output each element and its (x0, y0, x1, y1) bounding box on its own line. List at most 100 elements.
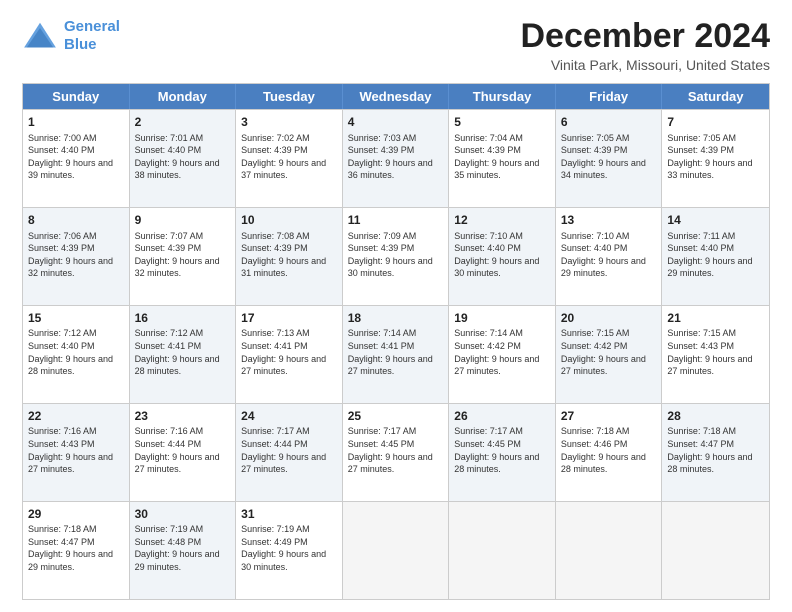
cell-details: Sunrise: 7:06 AM Sunset: 4:39 PM Dayligh… (28, 230, 124, 280)
cell-details: Sunrise: 7:10 AM Sunset: 4:40 PM Dayligh… (454, 230, 550, 280)
day-number: 21 (667, 310, 764, 326)
cell-details: Sunrise: 7:19 AM Sunset: 4:49 PM Dayligh… (241, 523, 337, 573)
day-number: 9 (135, 212, 231, 228)
day-number: 22 (28, 408, 124, 424)
day-number: 19 (454, 310, 550, 326)
day-number: 11 (348, 212, 444, 228)
day-number: 12 (454, 212, 550, 228)
header-day-monday: Monday (130, 84, 237, 109)
cell-details: Sunrise: 7:16 AM Sunset: 4:43 PM Dayligh… (28, 425, 124, 475)
cell-details: Sunrise: 7:03 AM Sunset: 4:39 PM Dayligh… (348, 132, 444, 182)
day-cell-11: 11 Sunrise: 7:09 AM Sunset: 4:39 PM Dayli… (343, 208, 450, 305)
calendar-body: 1Sunrise: 7:00 AM Sunset: 4:40 PM Daylig… (23, 109, 769, 599)
cell-details: Sunrise: 7:12 AM Sunset: 4:41 PM Dayligh… (135, 327, 231, 377)
cell-details: Sunrise: 7:10 AM Sunset: 4:40 PM Dayligh… (561, 230, 657, 280)
day-cell-16: 16Sunrise: 7:12 AM Sunset: 4:41 PM Dayli… (130, 306, 237, 403)
cell-details: Sunrise: 7:02 AM Sunset: 4:39 PM Dayligh… (241, 132, 337, 182)
header-day-friday: Friday (556, 84, 663, 109)
cell-details: Sunrise: 7:16 AM Sunset: 4:44 PM Dayligh… (135, 425, 231, 475)
day-number: 30 (135, 506, 231, 522)
cell-details: Sunrise: 7:09 AM Sunset: 4:39 PM Dayligh… (348, 230, 444, 280)
calendar-header: SundayMondayTuesdayWednesdayThursdayFrid… (23, 84, 769, 109)
day-number: 16 (135, 310, 231, 326)
cell-details: Sunrise: 7:05 AM Sunset: 4:39 PM Dayligh… (561, 132, 657, 182)
day-number: 2 (135, 114, 231, 130)
header-day-saturday: Saturday (662, 84, 769, 109)
day-number: 3 (241, 114, 337, 130)
day-number: 24 (241, 408, 337, 424)
day-cell-4: 4Sunrise: 7:03 AM Sunset: 4:39 PM Daylig… (343, 110, 450, 207)
day-cell-18: 18Sunrise: 7:14 AM Sunset: 4:41 PM Dayli… (343, 306, 450, 403)
cell-details: Sunrise: 7:13 AM Sunset: 4:41 PM Dayligh… (241, 327, 337, 377)
week-row-2: 8Sunrise: 7:06 AM Sunset: 4:39 PM Daylig… (23, 207, 769, 305)
day-cell-13: 13 Sunrise: 7:10 AM Sunset: 4:40 PM Dayli… (556, 208, 663, 305)
day-number: 13 (561, 212, 657, 228)
day-cell-6: 6 Sunrise: 7:05 AM Sunset: 4:39 PM Daylig… (556, 110, 663, 207)
cell-details: Sunrise: 7:18 AM Sunset: 4:47 PM Dayligh… (667, 425, 764, 475)
cell-details: Sunrise: 7:17 AM Sunset: 4:45 PM Dayligh… (348, 425, 444, 475)
day-number: 10 (241, 212, 337, 228)
day-cell-30: 30Sunrise: 7:19 AM Sunset: 4:48 PM Dayli… (130, 502, 237, 599)
cell-details: Sunrise: 7:14 AM Sunset: 4:41 PM Dayligh… (348, 327, 444, 377)
day-number: 7 (667, 114, 764, 130)
empty-cell (449, 502, 556, 599)
day-cell-7: 7 Sunrise: 7:05 AM Sunset: 4:39 PM Daylig… (662, 110, 769, 207)
calendar: SundayMondayTuesdayWednesdayThursdayFrid… (22, 83, 770, 600)
day-cell-29: 29Sunrise: 7:18 AM Sunset: 4:47 PM Dayli… (23, 502, 130, 599)
cell-details: Sunrise: 7:19 AM Sunset: 4:48 PM Dayligh… (135, 523, 231, 573)
day-cell-17: 17Sunrise: 7:13 AM Sunset: 4:41 PM Dayli… (236, 306, 343, 403)
empty-cell (343, 502, 450, 599)
day-cell-5: 5 Sunrise: 7:04 AM Sunset: 4:39 PM Daylig… (449, 110, 556, 207)
week-row-1: 1Sunrise: 7:00 AM Sunset: 4:40 PM Daylig… (23, 109, 769, 207)
day-cell-15: 15Sunrise: 7:12 AM Sunset: 4:40 PM Dayli… (23, 306, 130, 403)
day-cell-2: 2Sunrise: 7:01 AM Sunset: 4:40 PM Daylig… (130, 110, 237, 207)
cell-details: Sunrise: 7:15 AM Sunset: 4:42 PM Dayligh… (561, 327, 657, 377)
cell-details: Sunrise: 7:18 AM Sunset: 4:47 PM Dayligh… (28, 523, 124, 573)
day-cell-27: 27Sunrise: 7:18 AM Sunset: 4:46 PM Dayli… (556, 404, 663, 501)
day-cell-28: 28Sunrise: 7:18 AM Sunset: 4:47 PM Dayli… (662, 404, 769, 501)
logo-line2: Blue (64, 36, 97, 53)
day-number: 28 (667, 408, 764, 424)
day-cell-12: 12 Sunrise: 7:10 AM Sunset: 4:40 PM Dayli… (449, 208, 556, 305)
header-day-sunday: Sunday (23, 84, 130, 109)
day-cell-31: 31Sunrise: 7:19 AM Sunset: 4:49 PM Dayli… (236, 502, 343, 599)
logo-text: General Blue (64, 18, 120, 54)
cell-details: Sunrise: 7:18 AM Sunset: 4:46 PM Dayligh… (561, 425, 657, 475)
week-row-3: 15Sunrise: 7:12 AM Sunset: 4:40 PM Dayli… (23, 305, 769, 403)
cell-details: Sunrise: 7:05 AM Sunset: 4:39 PM Dayligh… (667, 132, 764, 182)
day-cell-26: 26Sunrise: 7:17 AM Sunset: 4:45 PM Dayli… (449, 404, 556, 501)
cell-details: Sunrise: 7:15 AM Sunset: 4:43 PM Dayligh… (667, 327, 764, 377)
logo-line1: General (64, 18, 120, 35)
day-number: 1 (28, 114, 124, 130)
day-cell-21: 21Sunrise: 7:15 AM Sunset: 4:43 PM Dayli… (662, 306, 769, 403)
day-cell-3: 3 Sunrise: 7:02 AM Sunset: 4:39 PM Daylig… (236, 110, 343, 207)
day-number: 6 (561, 114, 657, 130)
cell-details: Sunrise: 7:04 AM Sunset: 4:39 PM Dayligh… (454, 132, 550, 182)
day-number: 31 (241, 506, 337, 522)
day-cell-25: 25Sunrise: 7:17 AM Sunset: 4:45 PM Dayli… (343, 404, 450, 501)
week-row-4: 22Sunrise: 7:16 AM Sunset: 4:43 PM Dayli… (23, 403, 769, 501)
header-day-wednesday: Wednesday (343, 84, 450, 109)
cell-details: Sunrise: 7:07 AM Sunset: 4:39 PM Dayligh… (135, 230, 231, 280)
day-cell-20: 20Sunrise: 7:15 AM Sunset: 4:42 PM Dayli… (556, 306, 663, 403)
day-number: 27 (561, 408, 657, 424)
day-cell-10: 10 Sunrise: 7:08 AM Sunset: 4:39 PM Dayli… (236, 208, 343, 305)
empty-cell (556, 502, 663, 599)
location: Vinita Park, Missouri, United States (520, 57, 770, 73)
day-number: 20 (561, 310, 657, 326)
day-number: 14 (667, 212, 764, 228)
cell-details: Sunrise: 7:12 AM Sunset: 4:40 PM Dayligh… (28, 327, 124, 377)
cell-details: Sunrise: 7:08 AM Sunset: 4:39 PM Dayligh… (241, 230, 337, 280)
cell-details: Sunrise: 7:17 AM Sunset: 4:45 PM Dayligh… (454, 425, 550, 475)
day-cell-1: 1Sunrise: 7:00 AM Sunset: 4:40 PM Daylig… (23, 110, 130, 207)
empty-cell (662, 502, 769, 599)
page: General Blue December 2024 Vinita Park, … (0, 0, 792, 612)
day-number: 18 (348, 310, 444, 326)
day-cell-19: 19Sunrise: 7:14 AM Sunset: 4:42 PM Dayli… (449, 306, 556, 403)
day-number: 5 (454, 114, 550, 130)
cell-details: Sunrise: 7:17 AM Sunset: 4:44 PM Dayligh… (241, 425, 337, 475)
logo: General Blue (22, 18, 120, 54)
day-number: 25 (348, 408, 444, 424)
day-number: 29 (28, 506, 124, 522)
header: General Blue December 2024 Vinita Park, … (22, 18, 770, 73)
